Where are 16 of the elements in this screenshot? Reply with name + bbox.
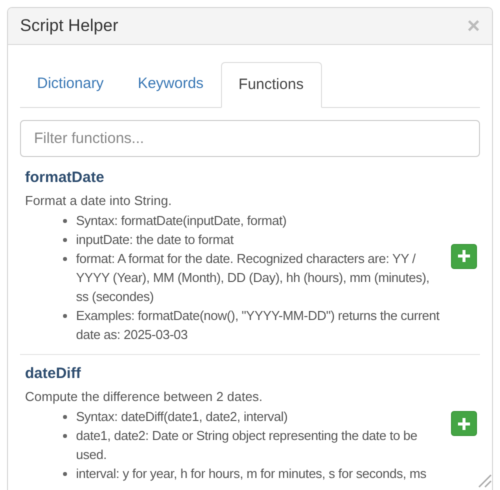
- function-name: dateDiff: [25, 364, 82, 384]
- tab[interactable]: Keywords: [120, 62, 221, 107]
- function-description: Compute the difference between 2 dates.: [25, 388, 264, 406]
- tab[interactable]: Dictionary: [20, 62, 121, 107]
- function-detail: interval: y for year, h for hours, m for minutes, s for seconds, ms: [76, 465, 426, 483]
- function-detail: format: A format for the date. Recognized characters are: YY / YYYY (Year), MM (Month), DD (Day), hh (hours), mm (minutes), ss (secondes): [76, 250, 430, 306]
- tab[interactable]: Functions: [220, 62, 322, 108]
- function-detail: Syntax: dateDiff(date1, date2, interval): [76, 408, 288, 426]
- function-detail: Examples: formatDate(now(), "YYYY-MM-DD") returns the current date as: 2025-03-03: [76, 307, 440, 344]
- filter-field[interactable]: Filter functions...: [20, 120, 480, 157]
- dialog-title: Script Helper: [20, 15, 118, 38]
- function-detail: inputDate: the date to format: [76, 231, 234, 249]
- function-detail: Syntax: formatDate(inputDate, format): [76, 212, 286, 230]
- function-detail: date1, date2: Date or String object representing the date to be used.: [76, 427, 418, 464]
- function-description: Format a date into String.: [25, 192, 173, 210]
- function-name: formatDate: [25, 168, 106, 188]
